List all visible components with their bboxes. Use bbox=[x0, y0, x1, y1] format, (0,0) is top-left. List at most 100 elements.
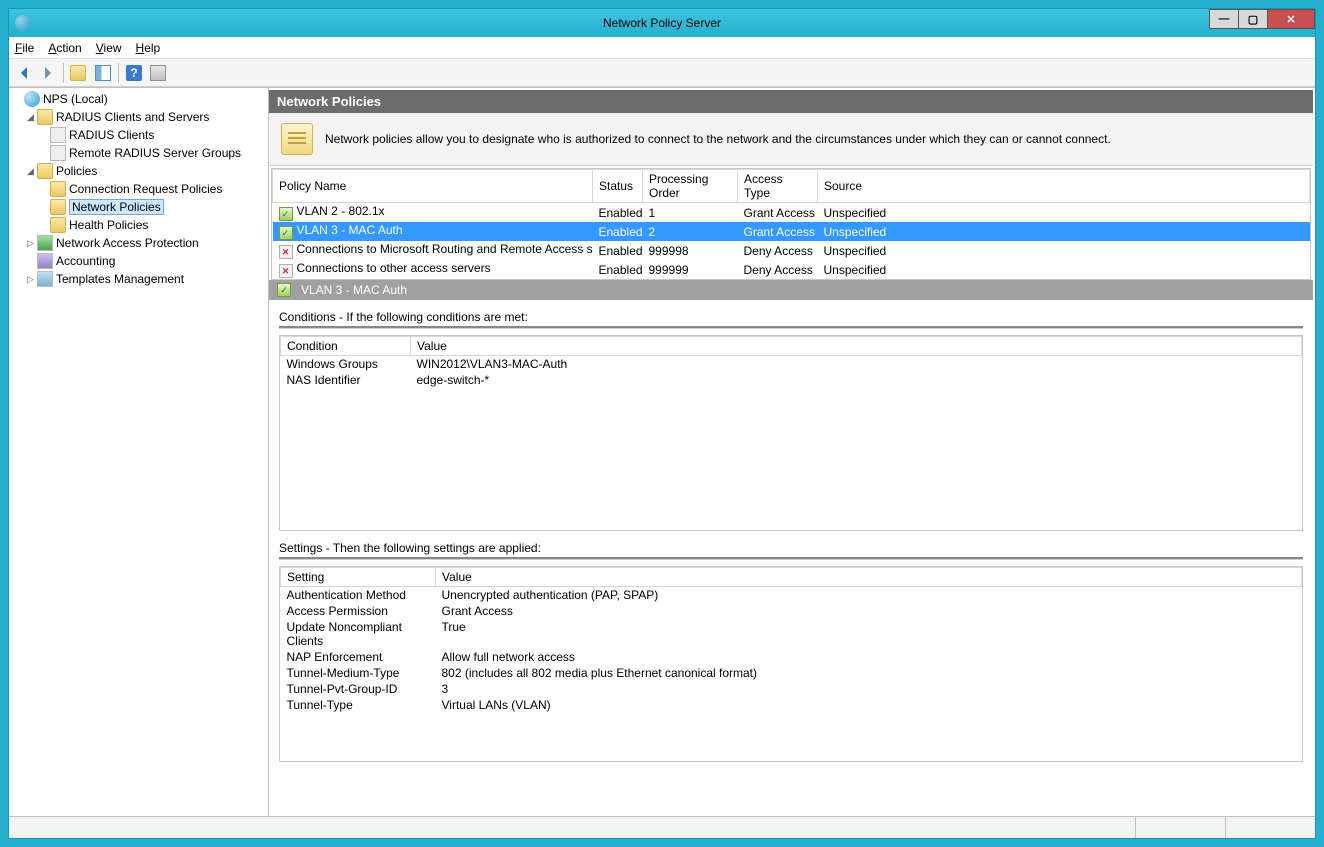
setting-row[interactable]: Tunnel-Medium-Type802 (includes all 802 … bbox=[281, 665, 1302, 681]
policy-order: 999999 bbox=[643, 260, 738, 279]
policy-access: Deny Access bbox=[738, 260, 818, 279]
menu-file[interactable]: File bbox=[15, 41, 34, 55]
up-button[interactable] bbox=[68, 62, 90, 84]
condition-row[interactable]: NAS Identifieredge-switch-* bbox=[281, 372, 1302, 388]
setting-value: Unencrypted authentication (PAP, SPAP) bbox=[436, 587, 1302, 604]
policy-list[interactable]: Policy Name Status Processing Order Acce… bbox=[272, 169, 1310, 279]
policy-name: Connections to Microsoft Routing and Rem… bbox=[297, 242, 593, 256]
close-button[interactable]: ✕ bbox=[1267, 9, 1315, 29]
templates-icon bbox=[37, 271, 53, 287]
titlebar[interactable]: Network Policy Server — ▢ ✕ bbox=[9, 9, 1315, 37]
show-hide-tree-button[interactable] bbox=[92, 62, 114, 84]
setting-value: 802 (includes all 802 media plus Etherne… bbox=[436, 665, 1302, 681]
setting-value: True bbox=[436, 619, 1302, 649]
help-button[interactable]: ? bbox=[123, 62, 145, 84]
condition-value: edge-switch-* bbox=[411, 372, 1302, 388]
setting-name: Access Permission bbox=[281, 603, 436, 619]
collapse-icon[interactable]: ◢ bbox=[24, 166, 37, 177]
policy-name: Connections to other access servers bbox=[297, 261, 491, 275]
policy-deny-icon bbox=[279, 245, 293, 259]
window-title: Network Policy Server bbox=[9, 16, 1315, 30]
tree-radius-groups[interactable]: Remote RADIUS Server Groups bbox=[11, 144, 266, 162]
condition-name: Windows Groups bbox=[281, 356, 411, 373]
nav-tree[interactable]: NPS (Local) ◢RADIUS Clients and Servers … bbox=[9, 88, 269, 816]
policy-row[interactable]: Connections to other access servers Enabl… bbox=[273, 260, 1310, 279]
condition-row[interactable]: Windows GroupsWIN2012\VLAN3-MAC-Auth bbox=[281, 356, 1302, 373]
expand-icon[interactable]: ▷ bbox=[24, 238, 37, 249]
conditions-table[interactable]: Condition Value Windows GroupsWIN2012\VL… bbox=[279, 335, 1303, 531]
setting-row[interactable]: Authentication MethodUnencrypted authent… bbox=[281, 587, 1302, 604]
menu-help[interactable]: Help bbox=[136, 41, 161, 55]
folder-icon bbox=[37, 163, 53, 179]
conditions-title: Conditions - If the following conditions… bbox=[279, 308, 1303, 326]
forward-button[interactable] bbox=[37, 62, 59, 84]
setting-row[interactable]: Tunnel-Pvt-Group-ID3 bbox=[281, 681, 1302, 697]
tree-hp[interactable]: Health Policies bbox=[11, 216, 266, 234]
setting-name: Tunnel-Pvt-Group-ID bbox=[281, 681, 436, 697]
expand-icon[interactable]: ▷ bbox=[24, 274, 37, 285]
col-set-value[interactable]: Value bbox=[436, 568, 1302, 587]
menu-view[interactable]: View bbox=[96, 41, 122, 55]
setting-name: NAP Enforcement bbox=[281, 649, 436, 665]
properties-icon bbox=[150, 65, 166, 81]
setting-row[interactable]: Update Noncompliant ClientsTrue bbox=[281, 619, 1302, 649]
detail-title: VLAN 3 - MAC Auth bbox=[301, 283, 407, 297]
setting-name: Authentication Method bbox=[281, 587, 436, 604]
col-condition[interactable]: Condition bbox=[281, 337, 411, 356]
policy-enabled-icon bbox=[277, 283, 291, 297]
app-window: Network Policy Server — ▢ ✕ File Action … bbox=[8, 8, 1316, 839]
tree-policies[interactable]: ◢Policies bbox=[11, 162, 266, 180]
server-group-icon bbox=[50, 145, 66, 161]
setting-name: Tunnel-Medium-Type bbox=[281, 665, 436, 681]
properties-button[interactable] bbox=[147, 62, 169, 84]
setting-name: Tunnel-Type bbox=[281, 697, 436, 713]
collapse-icon[interactable]: ◢ bbox=[24, 112, 37, 123]
policy-status: Enabled bbox=[593, 260, 643, 279]
policy-source: Unspecified bbox=[818, 222, 1310, 241]
menubar: File Action View Help bbox=[9, 37, 1315, 59]
detail-header: VLAN 3 - MAC Auth bbox=[269, 280, 1313, 300]
folder-icon bbox=[37, 109, 53, 125]
policy-access: Deny Access bbox=[738, 241, 818, 260]
policy-status: Enabled bbox=[593, 203, 643, 223]
col-source[interactable]: Source bbox=[818, 170, 1310, 203]
condition-name: NAS Identifier bbox=[281, 372, 411, 388]
tree-accounting[interactable]: Accounting bbox=[11, 252, 266, 270]
col-cond-value[interactable]: Value bbox=[411, 337, 1302, 356]
policy-row[interactable]: VLAN 2 - 802.1xEnabled1Grant AccessUnspe… bbox=[273, 203, 1310, 223]
main-panel: Network Policies Network policies allow … bbox=[269, 88, 1315, 816]
col-access-type[interactable]: Access Type bbox=[738, 170, 818, 203]
tree-np[interactable]: Network Policies bbox=[11, 198, 266, 216]
policy-row[interactable]: VLAN 3 - MAC AuthEnabled2Grant AccessUns… bbox=[273, 222, 1310, 241]
policy-access: Grant Access bbox=[738, 203, 818, 223]
policy-source: Unspecified bbox=[818, 241, 1310, 260]
help-icon: ? bbox=[126, 65, 142, 81]
col-status[interactable]: Status bbox=[593, 170, 643, 203]
settings-table[interactable]: Setting Value Authentication MethodUnenc… bbox=[279, 566, 1303, 762]
setting-row[interactable]: Access PermissionGrant Access bbox=[281, 603, 1302, 619]
setting-row[interactable]: NAP EnforcementAllow full network access bbox=[281, 649, 1302, 665]
col-processing-order[interactable]: Processing Order bbox=[643, 170, 738, 203]
toolbar: ? bbox=[9, 59, 1315, 87]
minimize-button[interactable]: — bbox=[1209, 9, 1239, 29]
back-button[interactable] bbox=[13, 62, 35, 84]
tree-radius-clients[interactable]: RADIUS Clients bbox=[11, 126, 266, 144]
col-setting[interactable]: Setting bbox=[281, 568, 436, 587]
tree-root[interactable]: NPS (Local) bbox=[11, 90, 266, 108]
panel-description: Network policies allow you to designate … bbox=[325, 132, 1111, 146]
menu-action[interactable]: Action bbox=[48, 41, 81, 55]
tree-templates[interactable]: ▷Templates Management bbox=[11, 270, 266, 288]
server-icon bbox=[50, 127, 66, 143]
policy-row[interactable]: Connections to Microsoft Routing and Rem… bbox=[273, 241, 1310, 260]
tree-crp[interactable]: Connection Request Policies bbox=[11, 180, 266, 198]
tree-radius[interactable]: ◢RADIUS Clients and Servers bbox=[11, 108, 266, 126]
condition-value: WIN2012\VLAN3-MAC-Auth bbox=[411, 356, 1302, 373]
col-policy-name[interactable]: Policy Name bbox=[273, 170, 593, 203]
policy-status: Enabled bbox=[593, 222, 643, 241]
maximize-button[interactable]: ▢ bbox=[1238, 9, 1268, 29]
tree-nap[interactable]: ▷Network Access Protection bbox=[11, 234, 266, 252]
policies-icon bbox=[281, 123, 313, 155]
setting-value: Allow full network access bbox=[436, 649, 1302, 665]
setting-row[interactable]: Tunnel-TypeVirtual LANs (VLAN) bbox=[281, 697, 1302, 713]
policy-grant-icon bbox=[279, 207, 293, 221]
